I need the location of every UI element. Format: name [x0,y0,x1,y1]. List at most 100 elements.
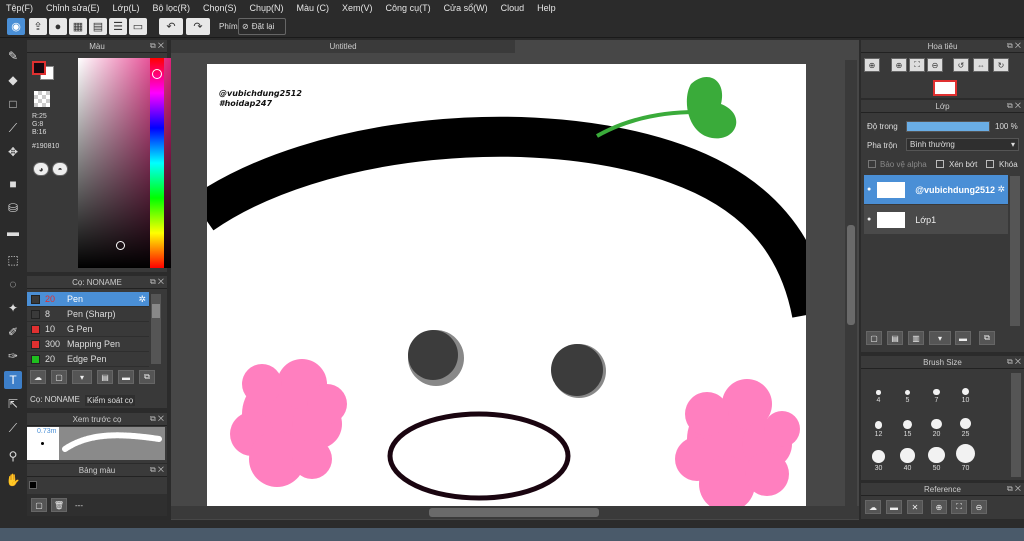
brush-size-cell[interactable]: 7 [922,373,951,404]
select-rect-icon[interactable]: ⬚ [4,251,22,269]
vertical-scrollbar[interactable] [845,60,857,508]
panel-controls-icon[interactable]: ⧉ ✕ [150,41,164,51]
layer-row[interactable]: ● Lớp1 [864,205,1008,234]
duplicate-icon[interactable]: ⧉ [979,331,995,345]
menu-item[interactable]: Lớp(L) [113,3,140,13]
menu-item[interactable]: Help [537,3,556,13]
fit-icon[interactable]: ⛶ [951,500,967,514]
brush-size-cell[interactable]: 50 [922,441,951,472]
duplicate-icon[interactable]: ⧉ [139,370,155,384]
gradient-tool-icon[interactable]: ▬ [4,223,22,241]
menu-item[interactable]: Cửa sổ(W) [444,3,488,13]
panel-controls-icon[interactable]: ⧉ ✕ [150,277,164,287]
brush-size-scrollbar[interactable] [1011,373,1021,477]
brush-size-cell[interactable]: 70 [951,441,980,472]
upload-icon[interactable]: ⇪ [29,18,47,35]
hue-slider[interactable] [150,58,164,268]
gear-icon[interactable]: ✲ [997,184,1005,195]
zoom-in-icon[interactable]: ⊕ [891,58,907,72]
line-tool-icon[interactable]: ⟋ [4,119,22,137]
divide-tool-icon[interactable]: ⟋ [4,419,22,437]
new-brush-icon[interactable]: ▢ [51,370,67,384]
rotate-left-icon[interactable]: ↺ [953,58,969,72]
layer-list-scrollbar[interactable] [1010,176,1020,326]
trash-icon[interactable]: 🗑 [51,498,67,512]
eye-icon[interactable]: ● [867,186,871,193]
magic-wand-icon[interactable]: ✦ [4,299,22,317]
zoom-out-icon[interactable]: ⊖ [971,500,987,514]
palette-mix-icon[interactable]: ◓ [52,162,68,176]
hue-cursor[interactable] [152,69,162,79]
move-tool-icon[interactable]: ✥ [4,143,22,161]
grid2-icon[interactable]: ▤ [89,18,107,35]
menu-item[interactable]: Tệp(F) [6,3,33,13]
select-eraser-icon[interactable]: ✑ [4,347,22,365]
brush-mode-icon[interactable]: ◉ [7,18,25,35]
close-icon[interactable]: ✕ [907,500,923,514]
brush-size-cell[interactable]: 25 [951,407,980,438]
grid-icon[interactable]: ▦ [69,18,87,35]
text-tool-icon[interactable]: T [4,371,22,389]
window-icon[interactable]: ▭ [129,18,147,35]
blend-mode-select[interactable]: Bình thường ▾ [906,138,1019,151]
open-folder-icon[interactable]: ▬ [886,500,902,514]
panel-controls-icon[interactable]: ⧉ ✕ [150,414,164,424]
menu-item[interactable]: Chụp(N) [250,3,284,13]
eraser-tool-icon[interactable]: ◆ [4,71,22,89]
new-layer2-icon[interactable]: ▤ [887,331,903,345]
cloud-icon[interactable]: ☁ [865,500,881,514]
brush-size-cell[interactable]: 20 [922,407,951,438]
layer-row[interactable]: ● @vubichdung2512 ✲ [864,175,1008,204]
operation-tool-icon[interactable]: ⇱ [4,395,22,413]
brush-size-cell[interactable]: 12 [864,407,893,438]
palette-swatch[interactable] [29,481,37,489]
flip-icon[interactable]: ⇔ [973,58,989,72]
brush-size-cell[interactable]: 15 [893,407,922,438]
bucket-tool-icon[interactable]: ⛁ [4,199,22,217]
panel-controls-icon[interactable]: ⧉ ✕ [150,465,164,475]
lock-checkbox[interactable] [986,160,994,168]
zoom-in-icon[interactable]: ⊕ [931,500,947,514]
tab-brush-control[interactable]: Kiểm soát cọ [85,395,136,406]
palette-wheel-icon[interactable]: ◕ [33,162,49,176]
zoom-in-icon[interactable]: ⊕ [864,58,880,72]
lasso-icon[interactable]: ◌ [4,275,22,293]
fit-icon[interactable]: ⛶ [909,58,925,72]
eyedropper-icon[interactable]: ⚲ [4,447,22,465]
select-pen-icon[interactable]: ✐ [4,323,22,341]
tab-brush-noname[interactable]: Cọ: NONAME [30,395,80,404]
brush-size-cell[interactable]: 30 [864,441,893,472]
menu-item[interactable]: Cloud [501,3,525,13]
brush-item[interactable]: 10 G Pen [27,322,149,337]
clipping-checkbox[interactable] [936,160,944,168]
horizontal-scrollbar[interactable] [171,506,859,519]
brush-size-cell[interactable]: 10 [951,373,980,404]
new-layer-icon[interactable]: ▢ [866,331,882,345]
brush-item[interactable]: 8 Pen (Sharp) [27,307,149,322]
menu-item[interactable]: Công cụ(T) [386,3,431,13]
eye-icon[interactable]: ● [867,216,871,223]
brush-item[interactable]: 20 Edge Pen [27,352,149,367]
document-tab[interactable]: Untitled [171,40,515,53]
panel-controls-icon[interactable]: ⧉ ✕ [1007,484,1021,494]
fill-rect-tool-icon[interactable]: ■ [4,175,22,193]
cloud-icon[interactable]: ☁ [30,370,46,384]
settings-doc-icon[interactable]: ▤ [97,370,113,384]
transparent-swatch[interactable] [34,91,50,107]
layer-doc-icon[interactable]: ▥ [908,331,924,345]
brush-tool-icon[interactable]: ✎ [4,47,22,65]
opacity-slider[interactable] [906,121,990,132]
undo-icon[interactable]: ↶ [159,18,183,35]
navigator-thumbnail[interactable] [933,80,957,96]
menu-item[interactable]: Xem(V) [342,3,373,13]
redo-icon[interactable]: ↷ [186,18,210,35]
layer-menu-icon[interactable]: ▾ [929,331,951,345]
brush-size-cell[interactable]: 40 [893,441,922,472]
panel-controls-icon[interactable]: ⧉ ✕ [1007,357,1021,367]
sv-cursor[interactable] [116,241,125,250]
drawing-canvas[interactable]: @vubichdung2512 #hoidap247 [207,64,806,506]
menu-item[interactable]: Chọn(S) [203,3,237,13]
chat-icon[interactable]: ● [49,18,67,35]
brush-menu-icon[interactable]: ▾ [72,370,92,384]
brush-item[interactable]: 20 Pen ✲ [27,292,149,307]
